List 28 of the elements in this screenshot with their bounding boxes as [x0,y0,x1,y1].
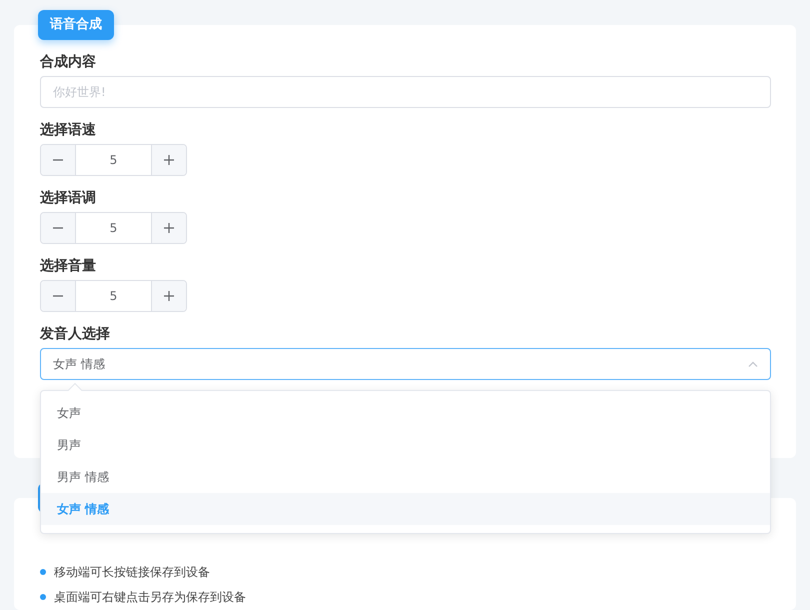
increase-button[interactable] [152,213,186,243]
dropdown-option[interactable]: 男声 [41,429,770,461]
plus-icon [163,154,175,166]
number-stepper[interactable]: 5 [40,144,187,176]
field-label: 选择音量 [40,256,97,276]
field-label: 选择语调 [40,189,97,208]
select-field[interactable]: 女声 情感 [40,348,771,380]
dropdown-option[interactable]: 男声 情感 [41,461,770,493]
increase-button[interactable] [152,281,186,311]
decrease-button[interactable] [41,145,75,175]
text-input-field[interactable]: 你好世界! [40,76,771,108]
number-stepper[interactable]: 5 [40,212,187,244]
field-label: 选择语速 [40,121,97,140]
number-stepper[interactable]: 5 [40,280,187,312]
chevron-up-icon [748,361,758,367]
increase-button[interactable] [152,145,186,175]
plus-icon [163,222,175,234]
field-label: 发音人选择 [40,324,111,344]
note-text: 桌面端可右键点击另存为保存到设备 [54,588,246,606]
decrease-button[interactable] [41,281,75,311]
plus-icon [163,290,175,302]
bullet-icon [40,594,46,600]
bullet-icon [40,568,46,574]
decrease-button[interactable] [41,213,75,243]
dropdown-option[interactable]: 女声 [41,397,770,429]
section-tag: 语音合成 [38,10,114,40]
note-text: 移动端可长按链接保存到设备 [54,564,210,580]
field-label: 合成内容 [40,52,97,72]
